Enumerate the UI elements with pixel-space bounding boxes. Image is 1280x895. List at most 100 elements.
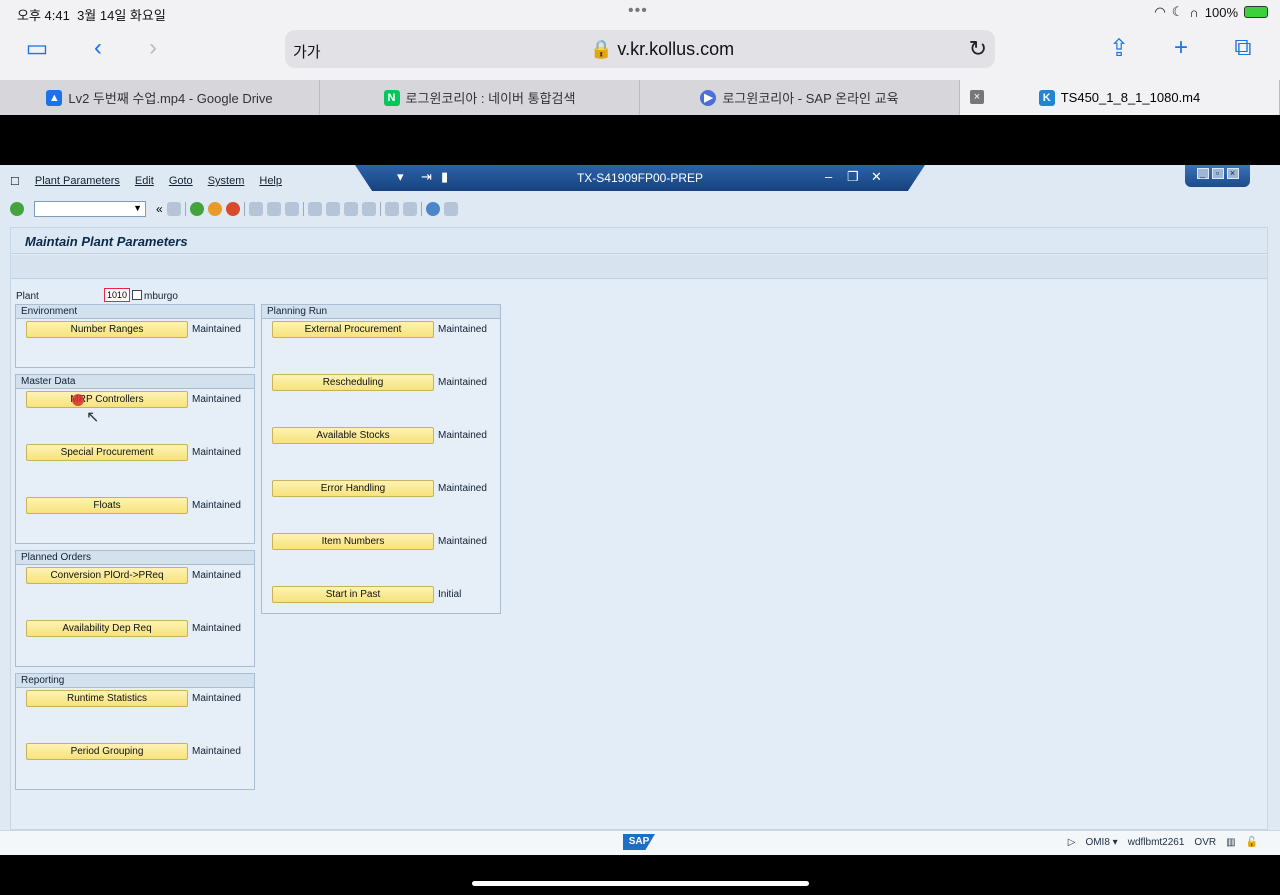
restore-icon[interactable]: ❐ bbox=[847, 169, 859, 185]
print-icon[interactable] bbox=[248, 202, 263, 216]
reader-aa-button[interactable]: 가가 bbox=[293, 41, 321, 62]
period-grouping-button[interactable]: Period Grouping bbox=[26, 743, 188, 760]
available-stocks-button[interactable]: Available Stocks bbox=[272, 427, 434, 444]
battery-percent: 100% bbox=[1204, 4, 1238, 20]
list-item: Period Grouping Maintained bbox=[26, 743, 241, 760]
list-item: Rescheduling Maintained bbox=[272, 374, 487, 391]
sap-standard-toolbar: ▼ « bbox=[10, 199, 458, 219]
close-icon[interactable]: × bbox=[1226, 168, 1239, 179]
multitask-dots-icon[interactable]: ••• bbox=[628, 2, 648, 20]
new-tab-icon[interactable]: + bbox=[1166, 34, 1196, 62]
status-text: Maintained bbox=[438, 430, 487, 441]
window-title: TX-S41909FP00-PREP bbox=[576, 171, 704, 185]
number-ranges-button[interactable]: Number Ranges bbox=[26, 321, 188, 338]
address-bar[interactable]: 가가 🔒 v.kr.kollus.com ↻ bbox=[285, 30, 995, 68]
error-handling-button[interactable]: Error Handling bbox=[272, 480, 434, 497]
runtime-statistics-button[interactable]: Runtime Statistics bbox=[26, 690, 188, 707]
external-procurement-button[interactable]: External Procurement bbox=[272, 321, 434, 338]
status-text: Maintained bbox=[438, 377, 487, 388]
menu-plant-parameters[interactable]: Plant Parameters bbox=[35, 175, 120, 193]
group-title: Planned Orders bbox=[16, 551, 254, 565]
plant-value-help-icon[interactable] bbox=[132, 290, 142, 300]
list-item: Item Numbers Maintained bbox=[272, 533, 487, 550]
new-session-icon[interactable] bbox=[384, 202, 399, 216]
last-page-icon[interactable] bbox=[361, 202, 376, 216]
start-in-past-button[interactable]: Start in Past bbox=[272, 586, 434, 603]
status-text: Maintained bbox=[438, 483, 487, 494]
chevron-down-icon[interactable]: ▼ bbox=[133, 203, 142, 213]
click-marker bbox=[72, 394, 84, 406]
plant-field[interactable]: 1010 bbox=[104, 288, 130, 302]
status-text: Maintained bbox=[192, 693, 241, 704]
group-title: Planning Run bbox=[262, 305, 500, 319]
reload-icon[interactable]: ↻ bbox=[969, 36, 987, 62]
tabs-overview-icon[interactable]: ⧉ bbox=[1228, 34, 1258, 62]
shortcut-icon[interactable] bbox=[402, 202, 417, 216]
find-icon[interactable] bbox=[266, 202, 281, 216]
status-text: Maintained bbox=[438, 324, 487, 335]
home-indicator[interactable] bbox=[472, 881, 809, 886]
moon-icon: ☾ bbox=[1171, 4, 1184, 19]
menu-system[interactable]: System bbox=[208, 175, 245, 193]
next-page-icon[interactable] bbox=[343, 202, 358, 216]
status-text: Maintained bbox=[192, 447, 241, 458]
tab-google-drive[interactable]: ▲ Lv2 두번째 수업.mp4 - Google Drive bbox=[0, 80, 320, 115]
exit-icon[interactable] bbox=[207, 202, 222, 216]
back-icon[interactable] bbox=[189, 202, 204, 216]
previous-page-icon[interactable] bbox=[325, 202, 340, 216]
group-title: Reporting bbox=[16, 674, 254, 688]
save-icon[interactable] bbox=[166, 202, 181, 216]
collapse-icon[interactable]: « bbox=[156, 202, 163, 216]
floats-button[interactable]: Floats bbox=[26, 497, 188, 514]
group-planned-orders: Planned Orders Conversion PlOrd->PReq Mai… bbox=[15, 550, 255, 667]
close-window-icon[interactable]: ✕ bbox=[871, 169, 882, 185]
first-page-icon[interactable] bbox=[307, 202, 322, 216]
help-icon[interactable] bbox=[425, 202, 440, 216]
back-icon[interactable]: ‹ bbox=[83, 34, 113, 62]
group-planning-run: Planning Run External Procurement Maintai… bbox=[261, 304, 501, 614]
expand-icon[interactable]: ▷ bbox=[1068, 837, 1076, 848]
item-numbers-button[interactable]: Item Numbers bbox=[272, 533, 434, 550]
sidebar-icon[interactable]: ▭ bbox=[22, 34, 52, 63]
list-item: Available Stocks Maintained bbox=[272, 427, 487, 444]
forward-icon[interactable]: › bbox=[138, 34, 168, 62]
naver-icon: N bbox=[383, 89, 400, 106]
conversion-button[interactable]: Conversion PlOrd->PReq bbox=[26, 567, 188, 584]
list-item: MRP Controllers Maintained bbox=[26, 391, 241, 408]
tab-naver[interactable]: N 로그윈코리아 : 네이버 통합검색 bbox=[320, 80, 640, 115]
find-next-icon[interactable] bbox=[284, 202, 299, 216]
menu-help[interactable]: Help bbox=[259, 175, 282, 193]
ios-status-bar: 오후 4:41 3월 14일 화요일 ••• ◠ ☾ ∩ 100% bbox=[0, 0, 1280, 26]
menu-goto[interactable]: Goto bbox=[169, 175, 193, 193]
enter-icon[interactable] bbox=[10, 202, 24, 216]
system-info: ▷ OMI8 ▾ wdflbmt2261 OVR ▥ 🔓 bbox=[1068, 837, 1258, 848]
menu-edit[interactable]: Edit bbox=[135, 175, 154, 193]
menu-icon[interactable]: ☐ bbox=[10, 175, 20, 193]
share-icon[interactable]: ⇪ bbox=[1104, 34, 1134, 63]
cancel-icon[interactable] bbox=[225, 202, 240, 216]
wifi-icon: ◠ bbox=[1154, 4, 1166, 19]
close-tab-icon[interactable]: × bbox=[970, 90, 984, 104]
tab-sap-course[interactable]: ▶ 로그윈코리아 - SAP 온라인 교육 bbox=[640, 80, 960, 115]
availability-dep-req-button[interactable]: Availability Dep Req bbox=[26, 620, 188, 637]
layout-menu-icon[interactable] bbox=[443, 202, 458, 216]
sap-logo: SAP bbox=[623, 834, 655, 850]
special-procurement-button[interactable]: Special Procurement bbox=[26, 444, 188, 461]
status-text: Maintained bbox=[192, 746, 241, 757]
system-name[interactable]: OMI8 ▾ bbox=[1085, 837, 1117, 848]
mrp-controllers-button[interactable]: MRP Controllers bbox=[26, 391, 188, 408]
group-title: Master Data bbox=[16, 375, 254, 389]
sap-status-bar: SAP ▷ OMI8 ▾ wdflbmt2261 OVR ▥ 🔓 bbox=[0, 830, 1280, 855]
minimize-icon[interactable]: _ bbox=[1196, 168, 1209, 179]
command-field[interactable]: ▼ bbox=[34, 201, 146, 217]
battery-icon bbox=[1244, 6, 1268, 18]
tab-kollus-video[interactable]: × K TS450_1_8_1_1080.m4 bbox=[960, 80, 1280, 115]
google-drive-icon: ▲ bbox=[46, 89, 63, 106]
mouse-cursor-icon: ↖ bbox=[86, 409, 100, 426]
rescheduling-button[interactable]: Rescheduling bbox=[272, 374, 434, 391]
sap-title-bar: ▾ ⇥ ▮ TX-S41909FP00-PREP – ❐ ✕ bbox=[355, 165, 925, 191]
maximize-icon[interactable]: ▫ bbox=[1211, 168, 1224, 179]
list-item: Runtime Statistics Maintained bbox=[26, 690, 241, 707]
plant-description: mburgo bbox=[144, 291, 178, 302]
minimize-icon[interactable]: – bbox=[825, 169, 832, 184]
